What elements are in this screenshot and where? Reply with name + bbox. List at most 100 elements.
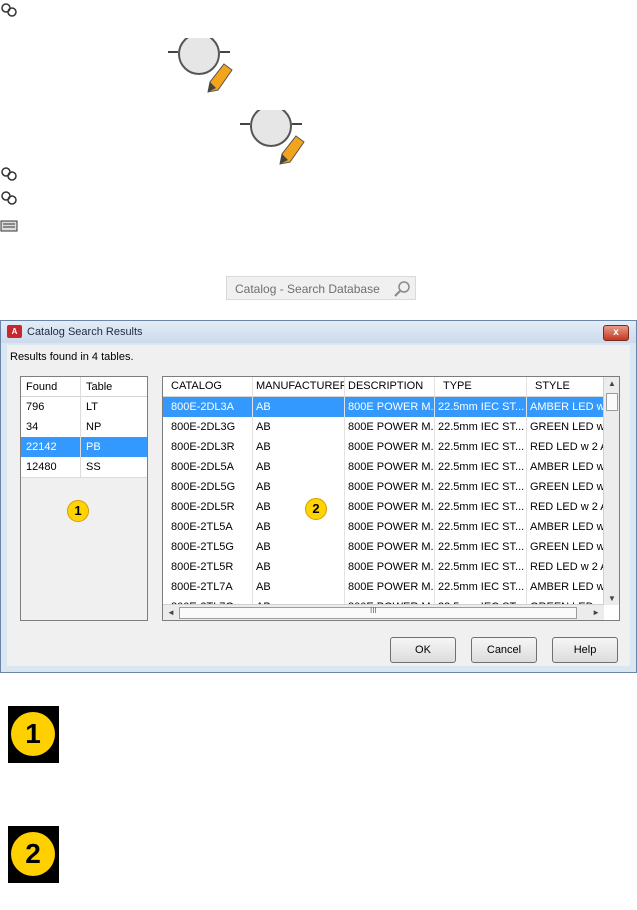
manufacturer-cell: AB <box>253 537 345 557</box>
manufacturer-cell: AB <box>253 397 345 417</box>
table-row[interactable]: 800E-2DL5R AB 800E POWER M... 22.5mm IEC ST… <box>163 497 604 518</box>
scroll-thumb[interactable]: III <box>179 606 577 619</box>
manufacturer-cell: AB <box>253 497 345 517</box>
dialog-client-area: Results found in 4 tables. Found Table 7… <box>7 345 630 666</box>
manufacturer-cell: AB <box>253 457 345 477</box>
dialog-titlebar[interactable]: A Catalog Search Results x <box>1 321 636 343</box>
table-row[interactable]: 800E-2DL5A AB 800E POWER M... 22.5mm IEC ST… <box>163 457 604 478</box>
type-cell: 22.5mm IEC ST... <box>435 537 527 557</box>
callout-marker: 1 <box>67 500 89 522</box>
manufacturer-cell: AB <box>253 417 345 437</box>
ok-button[interactable]: OK <box>390 637 456 663</box>
style-cell: GREEN LED w 2 <box>530 421 604 433</box>
description-cell: 800E POWER M... <box>345 437 435 457</box>
badge-number: 2 <box>11 832 55 876</box>
catalog-cell: 800E-2DL3A <box>163 397 253 417</box>
style-cell: AMBER LED w 2 <box>530 401 604 413</box>
description-cell: 800E POWER M... <box>345 417 435 437</box>
type-cell: 22.5mm IEC ST... <box>435 577 527 597</box>
table-row[interactable]: 796 LT <box>21 397 147 418</box>
scroll-right-icon[interactable]: ► <box>592 608 600 617</box>
table-row[interactable]: 800E-2DL3G AB 800E POWER M... 22.5mm IEC ST… <box>163 417 604 438</box>
table-row[interactable]: 12480 SS <box>21 457 147 478</box>
scroll-left-icon[interactable]: ◄ <box>167 608 175 617</box>
type-cell: 22.5mm IEC ST... <box>435 557 527 577</box>
table-row[interactable]: 800E-2DL5G AB 800E POWER M... 22.5mm IEC ST… <box>163 477 604 498</box>
tables-found-list: Found Table 796 LT 34 NP 22142 PB 12480 … <box>20 376 148 621</box>
type-cell: 22.5mm IEC ST... <box>435 477 527 497</box>
table-row[interactable]: 800E-2TL5G AB 800E POWER M... 22.5mm IEC ST… <box>163 537 604 558</box>
table-row[interactable]: 22142 PB <box>21 437 147 458</box>
column-header-table[interactable]: Table <box>86 381 112 393</box>
manufacturer-cell: AB <box>253 477 345 497</box>
table-row[interactable]: 800E-2TL7A AB 800E POWER M... 22.5mm IEC ST… <box>163 577 604 598</box>
column-divider <box>80 377 81 478</box>
magnifier-icon <box>391 278 413 300</box>
description-cell: 800E POWER M... <box>345 537 435 557</box>
description-cell: 800E POWER M... <box>345 557 435 577</box>
pick-tool-icon[interactable] <box>0 166 20 182</box>
found-count: 796 <box>26 401 45 413</box>
results-grid: CATALOG MANUFACTURER DESCRIPTION TYPE ST… <box>162 376 620 621</box>
description-cell: 800E POWER M... <box>345 477 435 497</box>
table-row[interactable]: 800E-2DL3R AB 800E POWER M... 22.5mm IEC ST… <box>163 437 604 458</box>
scroll-grip: III <box>370 606 377 615</box>
catalog-cell: 800E-2TL5R <box>163 557 253 577</box>
table-name: LT <box>86 401 99 413</box>
manufacturer-cell: AB <box>253 557 345 577</box>
keyboard-icon[interactable] <box>0 218 20 234</box>
type-cell: 22.5mm IEC ST... <box>435 497 527 517</box>
catalog-cell: 800E-2DL5G <box>163 477 253 497</box>
column-header-catalog[interactable]: CATALOG <box>163 377 253 396</box>
vertical-scrollbar[interactable]: ▲ ▼ <box>603 377 619 605</box>
manufacturer-cell: AB <box>253 577 345 597</box>
table-row[interactable]: 800E-2DL3A AB 800E POWER M... 22.5mm IEC ST… <box>163 397 604 418</box>
close-button[interactable]: x <box>603 325 629 341</box>
catalog-cell: 800E-2TL7A <box>163 577 253 597</box>
manufacturer-cell: AB <box>253 437 345 457</box>
catalog-search-label: Catalog - Search Database <box>235 282 380 296</box>
scroll-thumb[interactable] <box>606 393 618 411</box>
pick-tool-icon[interactable] <box>0 190 20 206</box>
manufacturer-cell: AB <box>253 517 345 537</box>
type-cell: 22.5mm IEC ST... <box>435 417 527 437</box>
scroll-down-icon[interactable]: ▼ <box>608 594 616 603</box>
type-cell: 22.5mm IEC ST... <box>435 437 527 457</box>
light-pencil-icon <box>240 105 320 166</box>
dialog-title: Catalog Search Results <box>27 326 143 338</box>
results-summary-label: Results found in 4 tables. <box>10 351 134 363</box>
type-cell: 22.5mm IEC ST... <box>435 517 527 537</box>
cancel-button[interactable]: Cancel <box>471 637 537 663</box>
callout-marker: 2 <box>305 498 327 520</box>
style-cell: RED LED w 2 A. <box>530 561 604 573</box>
scroll-up-icon[interactable]: ▲ <box>608 379 616 388</box>
catalog-cell: 800E-2DL5A <box>163 457 253 477</box>
tables-found-header: Found Table <box>21 377 147 397</box>
found-count: 34 <box>26 421 39 433</box>
number-badge: 1 <box>8 706 59 763</box>
catalog-cell: 800E-2TL5G <box>163 537 253 557</box>
table-row[interactable]: 34 NP <box>21 417 147 438</box>
table-row[interactable]: 800E-2TL5A AB 800E POWER M... 22.5mm IEC ST… <box>163 517 604 538</box>
help-button[interactable]: Help <box>552 637 618 663</box>
type-cell: 22.5mm IEC ST... <box>435 397 527 417</box>
style-cell: RED LED w 2 A. <box>530 441 604 453</box>
column-header-found[interactable]: Found <box>26 381 57 393</box>
catalog-cell: 800E-2DL3G <box>163 417 253 437</box>
column-header-style[interactable]: STYLE <box>527 377 604 396</box>
found-count: 22142 <box>26 441 57 453</box>
column-header-type[interactable]: TYPE <box>435 377 527 396</box>
column-header-manufacturer[interactable]: MANUFACTURER <box>253 377 345 396</box>
catalog-search-database-button[interactable]: Catalog - Search Database <box>226 276 416 300</box>
column-header-description[interactable]: DESCRIPTION <box>345 377 435 396</box>
description-cell: 800E POWER M... <box>345 497 435 517</box>
horizontal-scrollbar[interactable]: ◄ III ► <box>163 604 604 620</box>
pick-tool-icon[interactable] <box>0 2 20 18</box>
found-count: 12480 <box>26 461 57 473</box>
style-cell: RED LED w 2 A. <box>530 501 604 513</box>
style-cell: GREEN LED w 2 <box>530 481 604 493</box>
number-badge: 2 <box>8 826 59 883</box>
table-row[interactable]: 800E-2TL5R AB 800E POWER M... 22.5mm IEC ST… <box>163 557 604 578</box>
catalog-cell: 800E-2TL5A <box>163 517 253 537</box>
catalog-search-results-dialog: A Catalog Search Results x Results found… <box>0 320 637 673</box>
